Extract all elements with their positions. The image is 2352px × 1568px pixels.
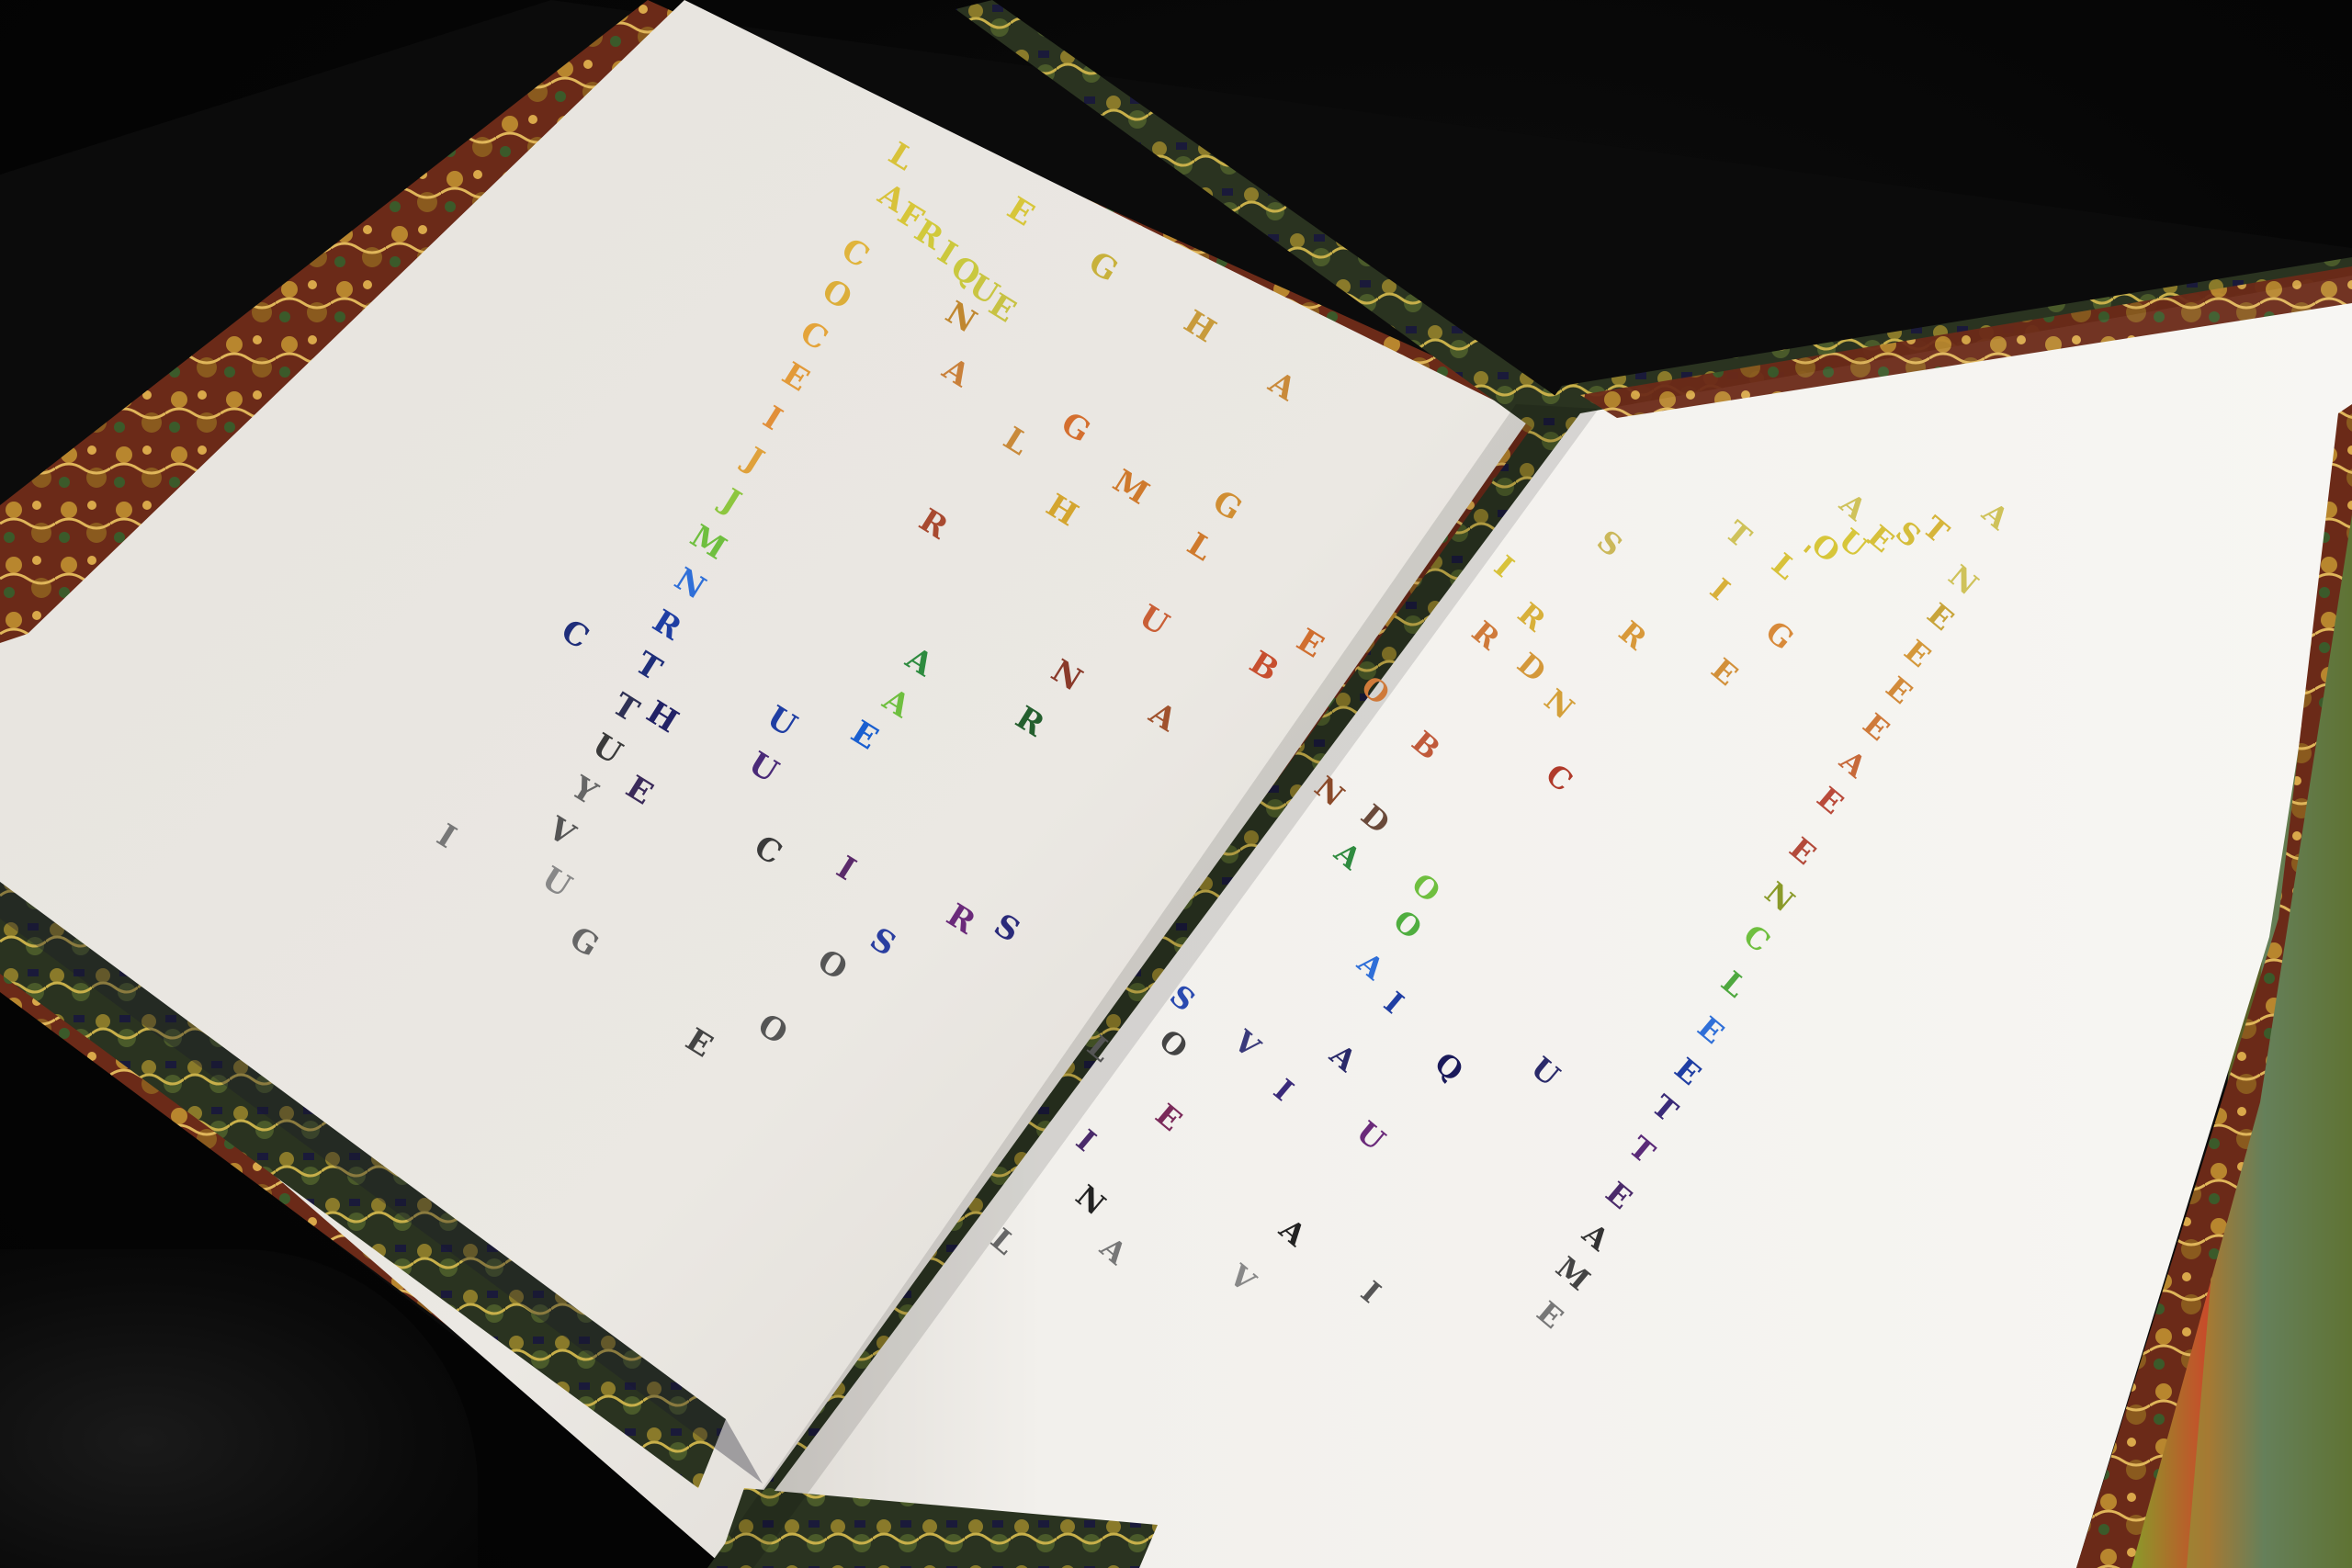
photo-scene: AFRIQUELEGHACOCEIJJMNRTTUYVNALGGMHLRUEBN…	[0, 0, 2352, 1568]
